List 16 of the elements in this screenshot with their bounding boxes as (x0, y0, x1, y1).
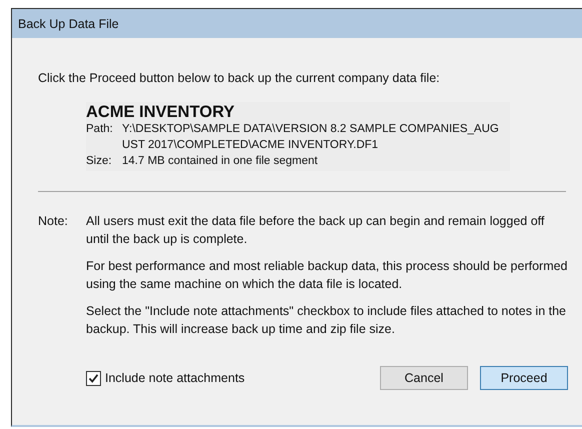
size-value: 14.7 MB contained in one file segment (122, 154, 318, 169)
company-name: ACME INVENTORY (86, 104, 236, 121)
size-label: Size: (86, 154, 113, 169)
checkmark-icon (88, 372, 99, 384)
cancel-button[interactable]: Cancel (380, 366, 468, 390)
note-text: All users must exit the data file before the back up can begin and remain logged off until the back up is complete. (86, 213, 546, 248)
path-value: UST 2017\COMPLETED\ACME INVENTORY.DF1 (122, 138, 380, 153)
note-text: For best performance and most reliable backup data, this process should be performed using the same machine on which the data file is located. (86, 258, 568, 293)
path-value: Y:\DESKTOP\SAMPLE DATA\VERSION 8.2 SAMPLE COMPANIES_AUG (122, 122, 499, 137)
instruction-text: Click the Proceed button below to back up the current company data file: (38, 70, 441, 86)
note-text: Select the "Include note attachments" checkbox to include files attached to notes in the backup. This will increase back up time and zip file size. (86, 303, 568, 338)
path-label: Path: (86, 122, 114, 137)
note-label: Note: (38, 213, 69, 230)
proceed-button[interactable]: Proceed (480, 366, 568, 390)
window-title: Back Up Data File (18, 16, 119, 30)
include-attachments-checkbox[interactable]: Include note attachments (86, 370, 245, 386)
